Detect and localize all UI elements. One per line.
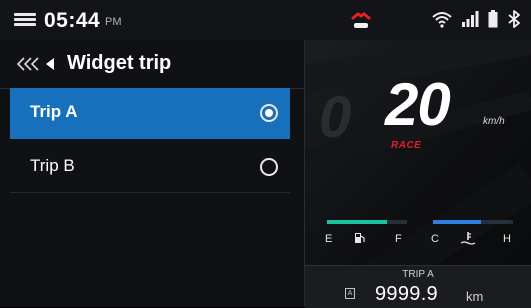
- trip-distance-value: 9999.9: [375, 283, 438, 305]
- fuel-empty-label: E: [325, 233, 333, 245]
- trip-footer-label: TRIP A: [402, 269, 434, 280]
- bluetooth-icon: [508, 10, 520, 28]
- coolant-temp-icon: [460, 232, 476, 245]
- radio-selected-dot: [265, 109, 273, 117]
- rider-alert-icon: [351, 12, 371, 28]
- coolant-gauge-bar: [433, 220, 513, 224]
- wifi-icon: [432, 12, 452, 28]
- temp-cold-label: C: [431, 233, 439, 245]
- fuel-full-label: F: [395, 233, 402, 245]
- trip-info-footer: TRIP A A 9999.9 km: [305, 265, 531, 308]
- trip-b-option[interactable]: Trip B: [10, 142, 290, 193]
- signal-icon: [462, 11, 479, 27]
- widget-trip-panel: Widget trip Trip A Trip B: [0, 40, 305, 307]
- status-bar: 05:44 PM: [0, 0, 531, 40]
- speed-ghost-digit: 0: [319, 85, 351, 150]
- trip-a-option[interactable]: Trip A: [10, 88, 290, 139]
- trip-b-label: Trip B: [30, 156, 75, 175]
- trip-a-label: Trip A: [30, 102, 78, 121]
- speed-unit: km/h: [483, 116, 505, 127]
- temp-hot-label: H: [503, 233, 511, 245]
- fuel-pump-icon: [355, 233, 365, 243]
- trip-a-radio[interactable]: [260, 104, 278, 122]
- clock-ampm: PM: [105, 16, 122, 28]
- speed-value: 20: [385, 71, 451, 138]
- row-divider: [10, 192, 290, 193]
- widget-header: Widget trip: [0, 40, 304, 88]
- triple-chevron-left-icon[interactable]: [14, 56, 62, 72]
- fuel-gauge-bar: [327, 220, 407, 224]
- trip-distance-unit: km: [466, 289, 484, 304]
- riding-mode: RACE: [391, 140, 422, 151]
- trip-b-radio[interactable]: [260, 158, 278, 176]
- dashboard-screen: 05:44 PM Widget trip Trip A Trip B 0 20 …: [0, 0, 531, 308]
- menu-icon[interactable]: [14, 13, 36, 27]
- page-title: Widget trip: [67, 52, 172, 74]
- battery-icon: [488, 10, 498, 28]
- trip-a-badge-icon: A: [345, 288, 355, 299]
- clock-time: 05:44: [44, 9, 101, 32]
